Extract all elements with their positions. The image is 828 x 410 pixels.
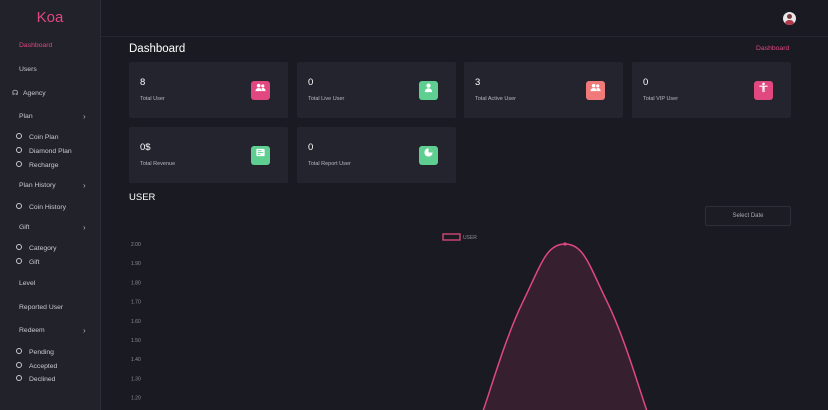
y-tick-label: 1.30 bbox=[131, 376, 141, 382]
wallet-icon bbox=[251, 146, 270, 165]
legend-label: USER bbox=[463, 235, 477, 241]
chevron-right-icon[interactable]: › bbox=[83, 112, 86, 121]
sidebar-item-level[interactable]: Level bbox=[19, 280, 35, 287]
select-date-button[interactable]: Select Date bbox=[705, 206, 791, 226]
sidebar-item-label: Agency bbox=[23, 90, 46, 97]
brand-logo[interactable]: Koa bbox=[0, 9, 100, 26]
y-tick-label: 1.50 bbox=[131, 338, 141, 344]
y-tick-label: 1.40 bbox=[131, 357, 141, 363]
top-bar bbox=[101, 0, 828, 37]
sidebar-item-label: Accepted bbox=[29, 363, 58, 370]
chart-series bbox=[481, 242, 649, 410]
sidebar-item-reported-user[interactable]: Reported User bbox=[19, 304, 63, 311]
sidebar-subitem-gift[interactable]: Gift bbox=[16, 258, 40, 266]
sidebar-item-users[interactable]: Users bbox=[19, 66, 37, 73]
stat-card-report-user: 0 Total Report User bbox=[297, 127, 456, 183]
stat-card-total-user: 8 Total User bbox=[129, 62, 288, 118]
stat-label: Total Active User bbox=[475, 96, 516, 102]
sidebar-item-agency[interactable]: ☊ Agency bbox=[12, 89, 46, 97]
series-area bbox=[481, 244, 649, 410]
circle-icon bbox=[16, 244, 22, 251]
avatar-body bbox=[785, 20, 794, 25]
stat-label: Total Revenue bbox=[140, 161, 176, 167]
stat-label: Total Report User bbox=[308, 161, 351, 167]
data-point[interactable] bbox=[563, 242, 567, 246]
circle-icon bbox=[16, 133, 22, 140]
stat-value: 0 bbox=[308, 77, 314, 88]
user-avatar[interactable] bbox=[783, 12, 796, 25]
headset-icon: ☊ bbox=[12, 90, 19, 97]
sidebar-subitem-accepted[interactable]: Accepted bbox=[16, 362, 58, 370]
sidebar-subitem-coin-history[interactable]: Coin History bbox=[16, 203, 67, 211]
y-tick-label: 1.60 bbox=[131, 319, 141, 325]
stat-card-live-user: 0 Total Live User bbox=[297, 62, 456, 118]
stat-card-revenue: 0$ Total Revenue bbox=[129, 127, 288, 183]
stat-label: Total Live User bbox=[308, 96, 345, 102]
chevron-right-icon[interactable]: › bbox=[83, 223, 86, 232]
sidebar-item-label: Coin Plan bbox=[29, 134, 59, 141]
sidebar-item-redeem[interactable]: Redeem bbox=[19, 327, 45, 334]
sidebar-subitem-coin-plan[interactable]: Coin Plan bbox=[16, 133, 59, 141]
sidebar-item-gift[interactable]: Gift bbox=[19, 224, 30, 231]
circle-icon bbox=[16, 203, 22, 210]
y-tick-label: 1.70 bbox=[131, 300, 141, 306]
breadcrumb[interactable]: Dashboard bbox=[756, 45, 789, 52]
report-icon bbox=[419, 146, 438, 165]
circle-icon bbox=[16, 348, 22, 355]
user-icon bbox=[419, 81, 438, 100]
sidebar-subitem-diamond-plan[interactable]: Diamond Plan bbox=[16, 147, 72, 155]
user-chart: USER 2.00 1.90 1.80 1.70 1.60 1.50 1.40 1.30 1.2… bbox=[131, 233, 649, 410]
y-axis: 2.00 1.90 1.80 1.70 1.60 1.50 1.40 1.30 1.20 bbox=[131, 242, 141, 402]
sidebar-item-label: Pending bbox=[29, 349, 54, 356]
y-tick-label: 1.20 bbox=[131, 396, 141, 402]
sidebar-item-label: Gift bbox=[29, 259, 40, 266]
sidebar-item-label: Coin History bbox=[29, 204, 67, 211]
chevron-right-icon[interactable]: › bbox=[83, 326, 86, 335]
sidebar-item-label: Recharge bbox=[29, 162, 59, 169]
circle-icon bbox=[16, 375, 22, 382]
chart-legend[interactable]: USER bbox=[442, 233, 477, 241]
stat-value: 0$ bbox=[140, 142, 151, 153]
stat-value: 0 bbox=[308, 142, 314, 153]
y-tick-label: 1.90 bbox=[131, 261, 141, 267]
stat-value: 3 bbox=[475, 77, 481, 88]
users-icon bbox=[586, 81, 605, 100]
stat-label: Total VIP User bbox=[643, 96, 679, 102]
stat-value: 0 bbox=[643, 77, 649, 88]
y-tick-label: 1.80 bbox=[131, 280, 141, 286]
legend-swatch bbox=[442, 233, 461, 241]
sidebar-subitem-category[interactable]: Category bbox=[16, 244, 57, 252]
stat-value: 8 bbox=[140, 77, 146, 88]
sidebar-item-dashboard[interactable]: Dashboard bbox=[19, 42, 52, 49]
sidebar-item-plan[interactable]: Plan bbox=[19, 113, 33, 120]
circle-icon bbox=[16, 362, 22, 369]
sidebar-subitem-pending[interactable]: Pending bbox=[16, 348, 54, 356]
circle-icon bbox=[16, 258, 22, 265]
circle-icon bbox=[16, 147, 22, 154]
sidebar-subitem-recharge[interactable]: Recharge bbox=[16, 161, 59, 169]
sidebar-item-label: Declined bbox=[29, 376, 56, 383]
page-title: Dashboard bbox=[129, 43, 186, 55]
sidebar-item-label: Diamond Plan bbox=[29, 148, 72, 155]
stat-card-active-user: 3 Total Active User bbox=[464, 62, 623, 118]
circle-icon bbox=[16, 161, 22, 168]
sidebar: Koa Dashboard Users ☊ Agency Plan › Coin … bbox=[0, 0, 101, 410]
sidebar-item-label: Category bbox=[29, 245, 57, 252]
vip-icon bbox=[754, 81, 773, 100]
users-icon bbox=[251, 81, 270, 100]
y-tick-label: 2.00 bbox=[131, 242, 141, 248]
sidebar-subitem-declined[interactable]: Declined bbox=[16, 375, 56, 383]
sidebar-item-plan-history[interactable]: Plan History bbox=[19, 182, 56, 189]
avatar-head bbox=[787, 14, 792, 19]
section-title-user: USER bbox=[129, 192, 156, 203]
stat-card-vip-user: 0 Total VIP User bbox=[632, 62, 791, 118]
chevron-right-icon[interactable]: › bbox=[83, 181, 86, 190]
stat-label: Total User bbox=[140, 96, 165, 102]
